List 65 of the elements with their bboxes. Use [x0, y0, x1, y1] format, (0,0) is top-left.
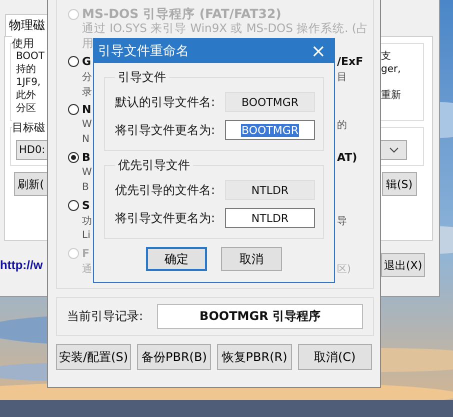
option-description: 目	[337, 70, 347, 84]
field-label: 默认的引导文件名:	[115, 94, 216, 110]
option-description: W	[82, 167, 92, 178]
option-title: F	[82, 247, 90, 260]
option-description: W	[82, 119, 92, 130]
option-title: /ExF	[337, 55, 364, 68]
option-title: AT)	[337, 151, 358, 164]
description-text: 分区	[16, 102, 36, 115]
option-description: Li	[82, 230, 90, 241]
option-title: S	[82, 199, 90, 212]
option-description: 的	[337, 118, 347, 132]
chevron-down-icon	[388, 147, 398, 153]
option-title: N	[82, 103, 92, 116]
current-record-field: BOOTMGR 引导程序	[157, 304, 363, 329]
edit-button[interactable]: 辑(S)	[382, 172, 417, 196]
description-text: 此外	[16, 89, 36, 102]
option-description: 通	[82, 262, 92, 276]
dialog-title: 引导文件重命名	[98, 43, 189, 60]
radio-button[interactable]	[68, 200, 79, 211]
exit-button[interactable]: 退出(X)	[381, 253, 426, 277]
cancel-button[interactable]: 取消	[221, 247, 282, 271]
ok-button[interactable]: 确定	[146, 247, 207, 271]
radio-button[interactable]	[68, 152, 79, 163]
group-label: 引导文件	[117, 69, 167, 86]
radio-button[interactable]	[68, 56, 79, 67]
action-button[interactable]: 备份PBR(B)	[137, 344, 212, 370]
website-link[interactable]: http://w	[0, 258, 43, 272]
option-description: 用	[82, 36, 94, 51]
description-text: ger,	[381, 63, 401, 76]
field-label: 将引导文件更名为:	[115, 210, 216, 226]
description-text: 支	[381, 50, 391, 63]
current-record-label: 当前引导记录:	[67, 308, 144, 325]
option-title: G	[82, 55, 92, 68]
description-text: BOOT	[16, 50, 45, 63]
option-description: 导	[337, 214, 347, 228]
action-button[interactable]: 恢复PBR(R)	[217, 344, 292, 370]
option-description: 区)	[337, 262, 351, 276]
input-field[interactable]: NTLDR	[225, 208, 315, 228]
option-description: B	[82, 182, 89, 193]
option-description: N	[82, 134, 90, 145]
radio-button[interactable]	[68, 104, 79, 115]
group-label: 优先引导文件	[117, 157, 191, 174]
field-label: 将引导文件更名为:	[115, 122, 216, 138]
group-label: 目标磁	[12, 120, 47, 135]
input-field[interactable]: BOOTMGR	[225, 120, 315, 140]
group-label: 使用	[12, 36, 47, 51]
tab[interactable]: 物理磁	[5, 14, 49, 36]
option-description: 录	[82, 86, 92, 98]
description-text: 1JF9,	[16, 76, 41, 89]
description-text: 持的	[16, 63, 36, 76]
close-button[interactable]: ×	[302, 40, 334, 62]
field-label: 优先引导的文件名:	[115, 182, 216, 198]
option-description: 分	[82, 70, 92, 84]
readonly-field: NTLDR	[225, 180, 315, 200]
readonly-field: BOOTMGR	[225, 92, 315, 112]
option-description: 功	[82, 214, 92, 228]
refresh-button[interactable]: 刷新(	[14, 172, 48, 196]
option-title: MS-DOS 引导程序 (FAT/FAT32)	[82, 6, 282, 22]
option-description: 通过 IO.SYS 来引导 Win9X 或 MS-DOS 操作系统. (占	[82, 21, 368, 36]
action-button[interactable]: 取消(C)	[298, 344, 372, 370]
disk-dropdown[interactable]: HD0:	[16, 140, 47, 160]
dropdown-button[interactable]	[381, 140, 407, 160]
option-title: B	[82, 151, 90, 164]
description-text: 重新	[381, 89, 401, 102]
action-button[interactable]: 安装/配置(S)	[56, 344, 132, 370]
